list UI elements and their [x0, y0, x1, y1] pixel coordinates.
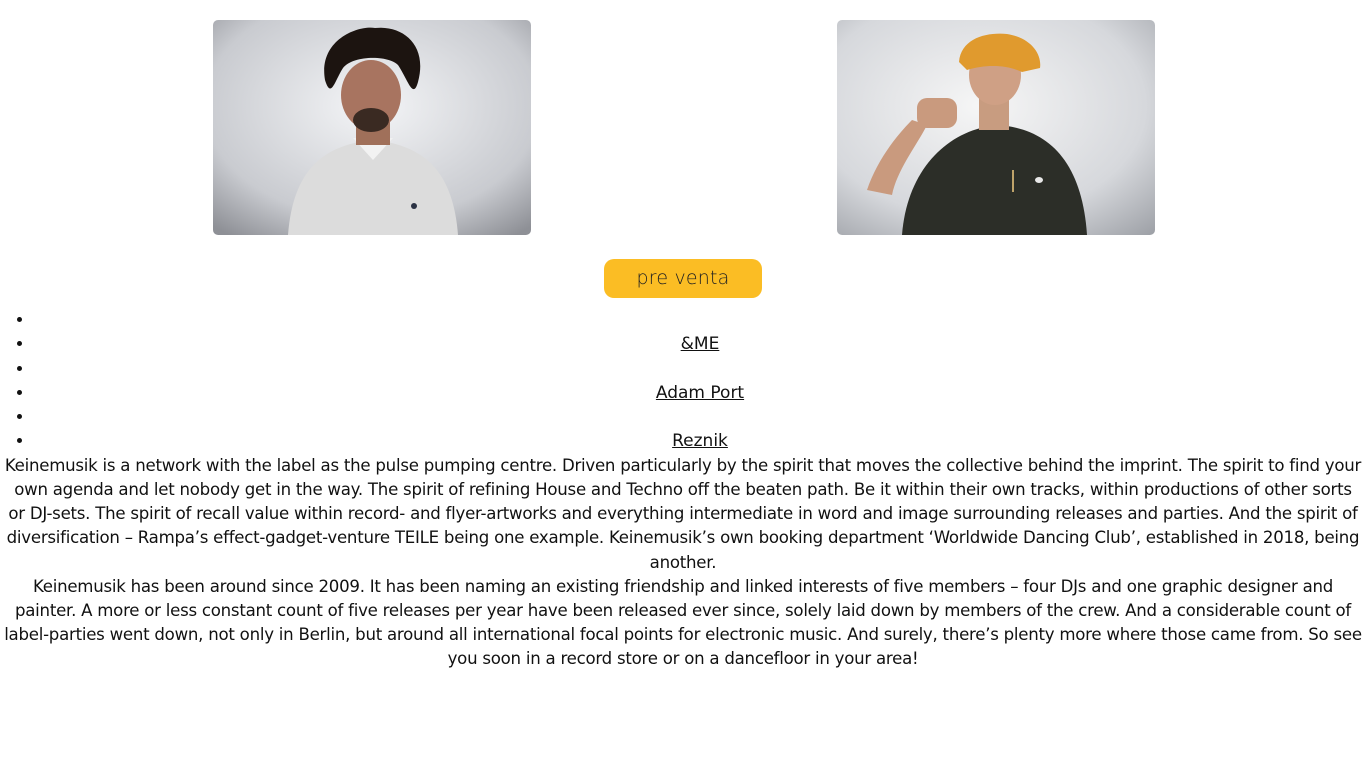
artist-photo-left[interactable] [213, 20, 531, 235]
artist-link-adam-port[interactable]: Adam Port [656, 383, 744, 403]
list-item [34, 308, 1366, 332]
artist-link-andme[interactable]: &ME [681, 334, 720, 354]
list-item [34, 405, 1366, 429]
presale-section: pre venta [0, 240, 1366, 308]
presale-button[interactable]: pre venta [604, 259, 762, 298]
description-paragraph-2: Keinemusik has been around since 2009. I… [4, 576, 1362, 669]
list-item: &ME [34, 332, 1366, 356]
list-item [34, 357, 1366, 381]
list-item: Reznik [34, 429, 1366, 453]
label-description: Keinemusik is a network with the label a… [0, 454, 1366, 672]
description-paragraph-1: Keinemusik is a network with the label a… [4, 455, 1362, 572]
artist-photo-row [0, 0, 1366, 240]
artist-list: &ME Adam Port Reznik [0, 308, 1366, 454]
artist-photo-right[interactable] [837, 20, 1155, 235]
list-item: Adam Port [34, 381, 1366, 405]
artist-photo-right-image [837, 20, 1155, 235]
artist-photo-left-image [213, 20, 531, 235]
artist-link-reznik[interactable]: Reznik [672, 431, 728, 451]
